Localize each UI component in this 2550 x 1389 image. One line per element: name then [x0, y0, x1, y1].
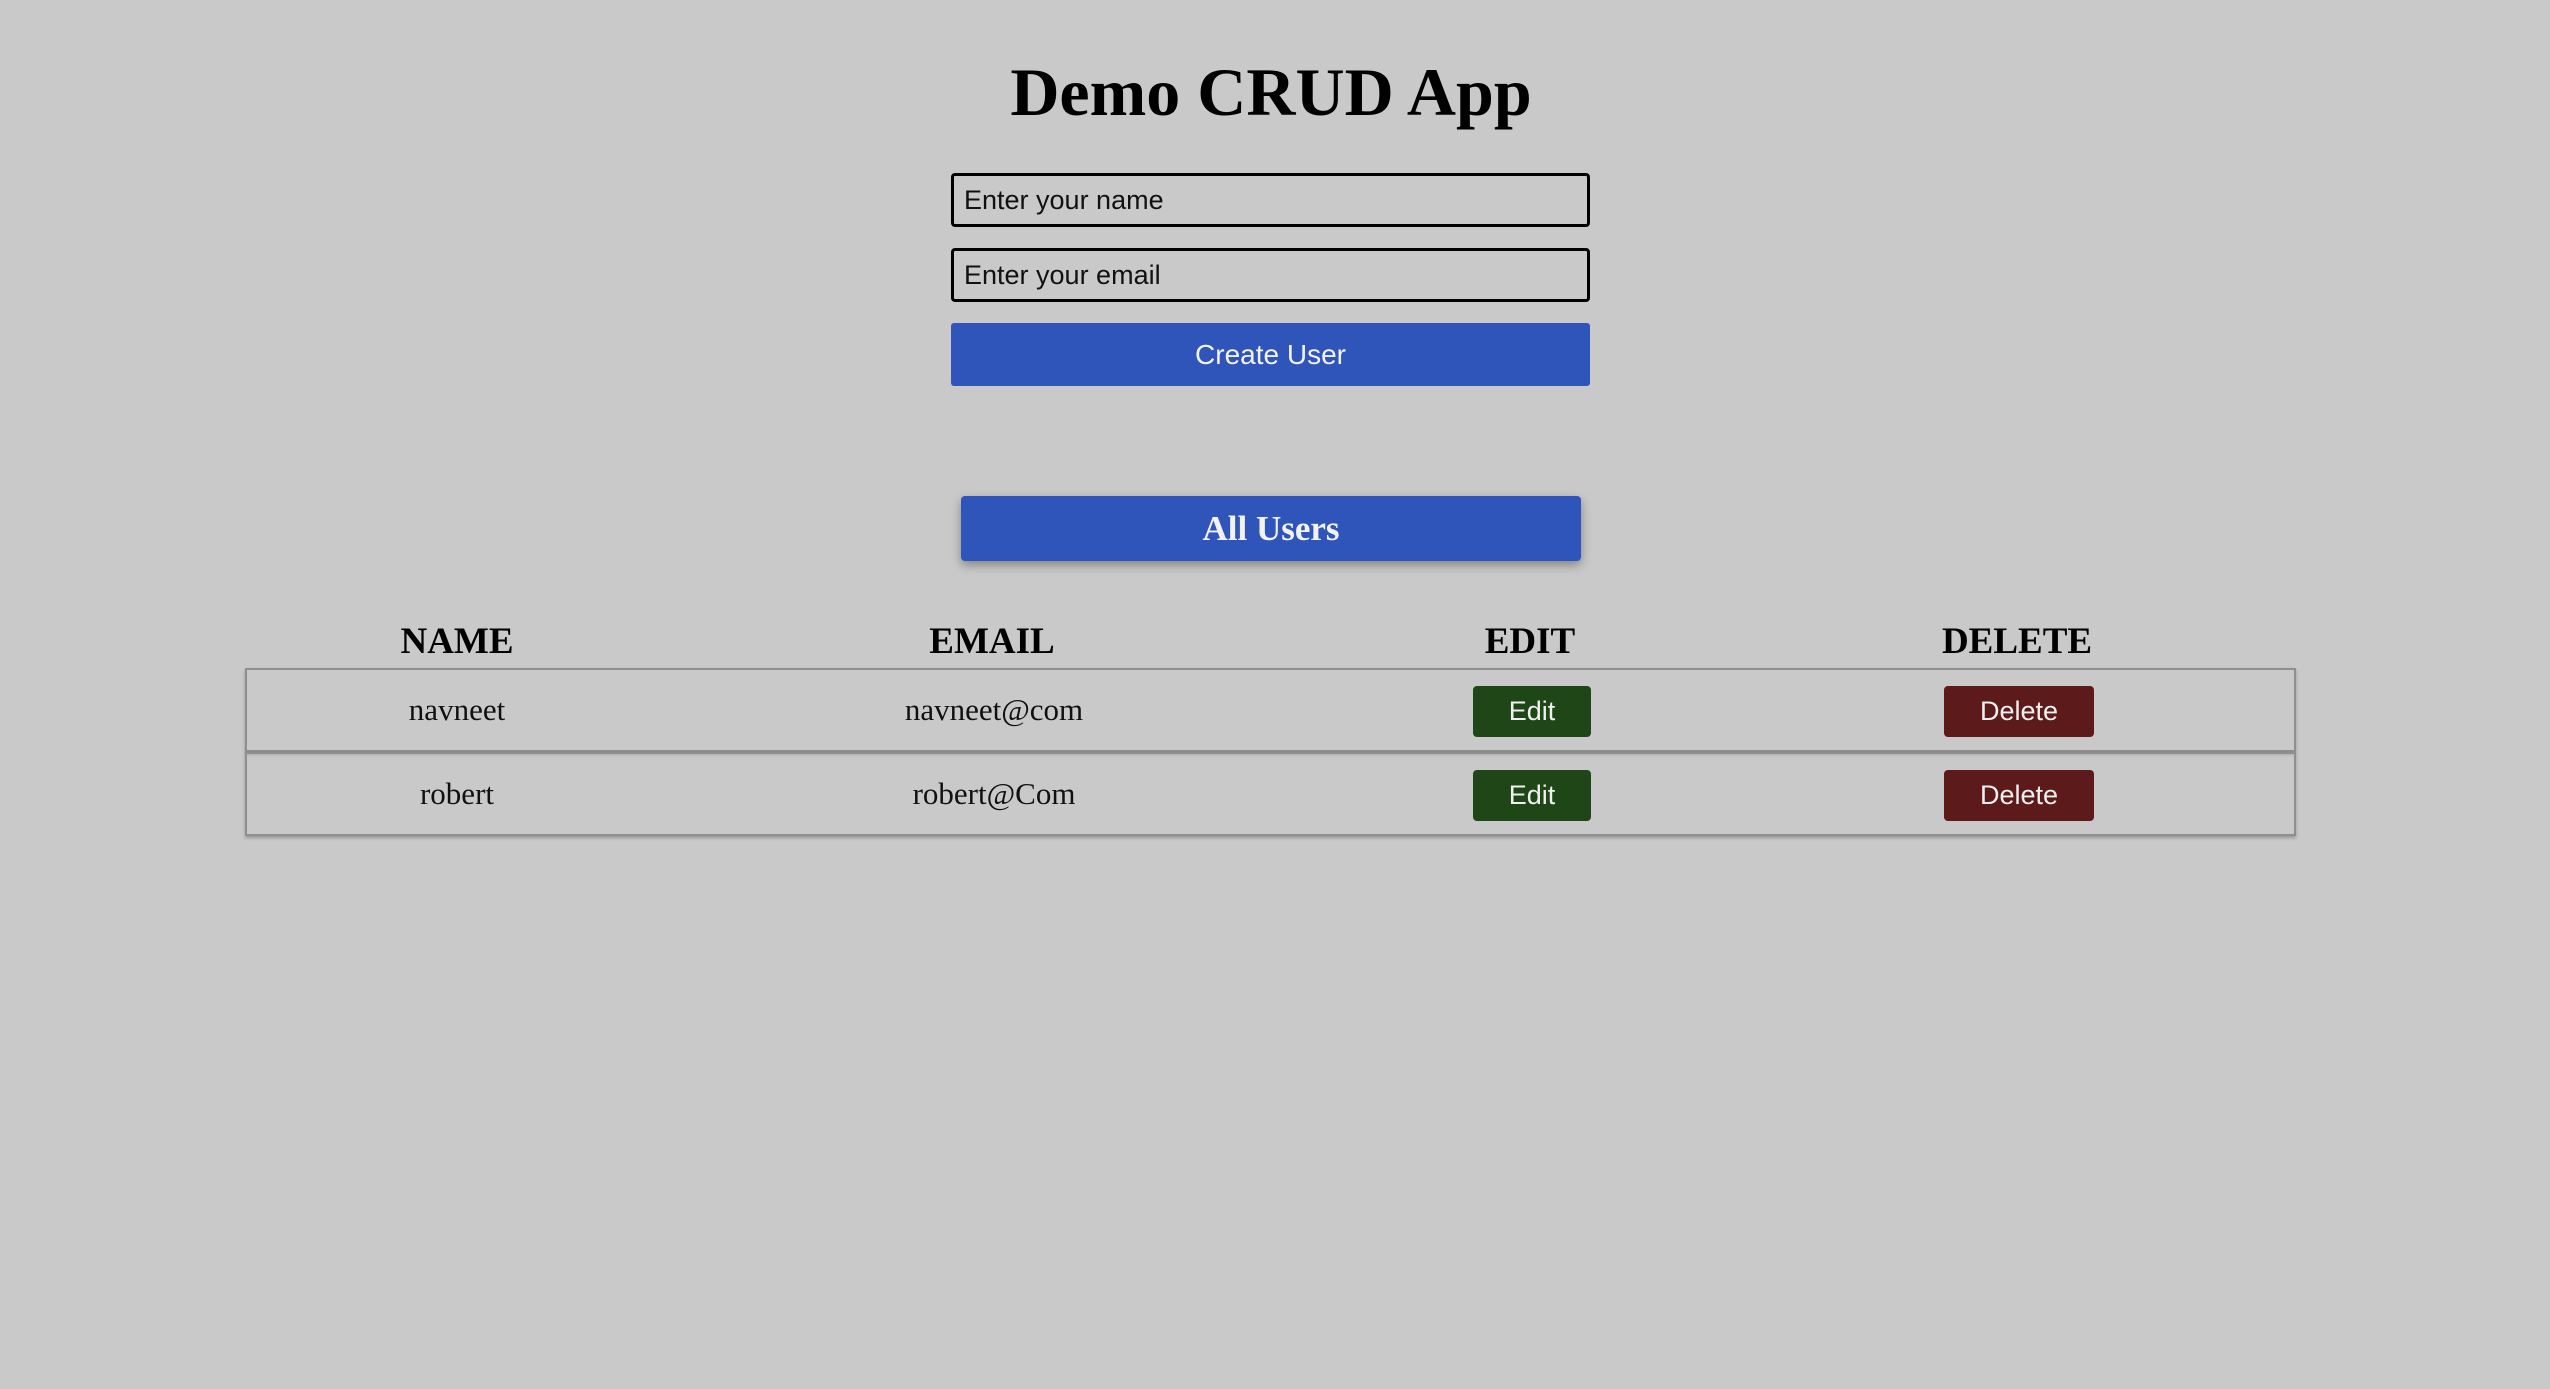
delete-button[interactable]: Delete — [1944, 770, 2094, 821]
user-name-cell: robert — [419, 776, 495, 811]
create-user-button[interactable]: Create User — [951, 323, 1590, 386]
edit-button[interactable]: Edit — [1473, 770, 1591, 821]
header-name: NAME — [400, 621, 514, 662]
user-email-cell: navneet@com — [904, 692, 1084, 727]
table-row: robert robert@Com Edit Delete — [245, 752, 2296, 836]
table-row: navneet navneet@com Edit Delete — [245, 668, 2296, 752]
name-input[interactable] — [951, 173, 1590, 227]
email-input[interactable] — [951, 248, 1590, 302]
page-title: Demo CRUD App — [1010, 54, 1532, 130]
user-email-cell: robert@Com — [912, 776, 1076, 811]
all-users-button[interactable]: All Users — [961, 496, 1581, 561]
header-edit: EDIT — [1484, 621, 1576, 662]
user-name-cell: navneet — [408, 692, 506, 727]
delete-button[interactable]: Delete — [1944, 686, 2094, 737]
header-email: EMAIL — [929, 621, 1055, 662]
crud-app-page: Demo CRUD App Create User All Users NAME… — [0, 0, 2550, 1389]
edit-button[interactable]: Edit — [1473, 686, 1591, 737]
header-delete: DELETE — [1941, 621, 2093, 662]
